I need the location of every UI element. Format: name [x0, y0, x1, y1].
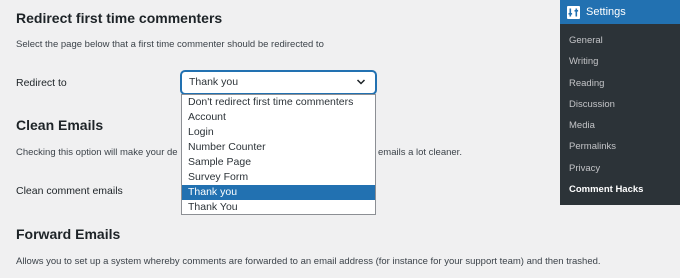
redirect-description: Select the page below that a first time …: [16, 39, 324, 50]
dropdown-option[interactable]: Number Counter: [182, 140, 375, 155]
settings-main: Redirect first time commenters Select th…: [0, 0, 601, 278]
settings-icon: [567, 5, 580, 19]
redirect-dropdown-list: Don't redirect first time commenters Acc…: [181, 94, 376, 215]
sidebar-settings-label: Settings: [586, 6, 626, 18]
forward-description: Allows you to set up a system whereby co…: [16, 256, 601, 267]
dropdown-option[interactable]: Account: [182, 110, 375, 125]
clean-emails-label: Clean comment emails: [16, 185, 123, 197]
redirect-select-value: Thank you: [189, 76, 239, 88]
clean-section-title: Clean Emails: [16, 117, 104, 133]
sidebar-item-writing[interactable]: Writing: [560, 51, 680, 72]
chevron-down-icon: [356, 79, 366, 85]
dropdown-option[interactable]: Login: [182, 125, 375, 140]
sidebar-item-reading[interactable]: Reading: [560, 73, 680, 94]
dropdown-option-selected[interactable]: Thank you: [182, 185, 375, 200]
dropdown-option[interactable]: Don't redirect first time commenters: [182, 95, 375, 110]
sidebar-item-comment-hacks[interactable]: Comment Hacks: [560, 179, 680, 200]
dropdown-option[interactable]: Thank You: [182, 200, 375, 215]
admin-sidebar-submenu: Settings General Writing Reading Discuss…: [560, 0, 680, 205]
redirect-section-title: Redirect first time commenters: [16, 10, 223, 26]
dropdown-option[interactable]: Sample Page: [182, 155, 375, 170]
sidebar-item-discussion[interactable]: Discussion: [560, 94, 680, 115]
redirect-select[interactable]: Thank you: [181, 71, 376, 94]
sidebar-settings-header[interactable]: Settings: [560, 0, 680, 24]
sidebar-item-general[interactable]: General: [560, 30, 680, 51]
clean-description-start: Checking this option will make your de: [16, 147, 178, 158]
redirect-label: Redirect to: [16, 77, 67, 89]
sidebar-item-media[interactable]: Media: [560, 115, 680, 136]
dropdown-option[interactable]: Survey Form: [182, 170, 375, 185]
sidebar-item-privacy[interactable]: Privacy: [560, 158, 680, 179]
sidebar-item-permalinks[interactable]: Permalinks: [560, 136, 680, 157]
clean-description-end: emails a lot cleaner.: [378, 147, 462, 158]
forward-section-title: Forward Emails: [16, 226, 121, 242]
